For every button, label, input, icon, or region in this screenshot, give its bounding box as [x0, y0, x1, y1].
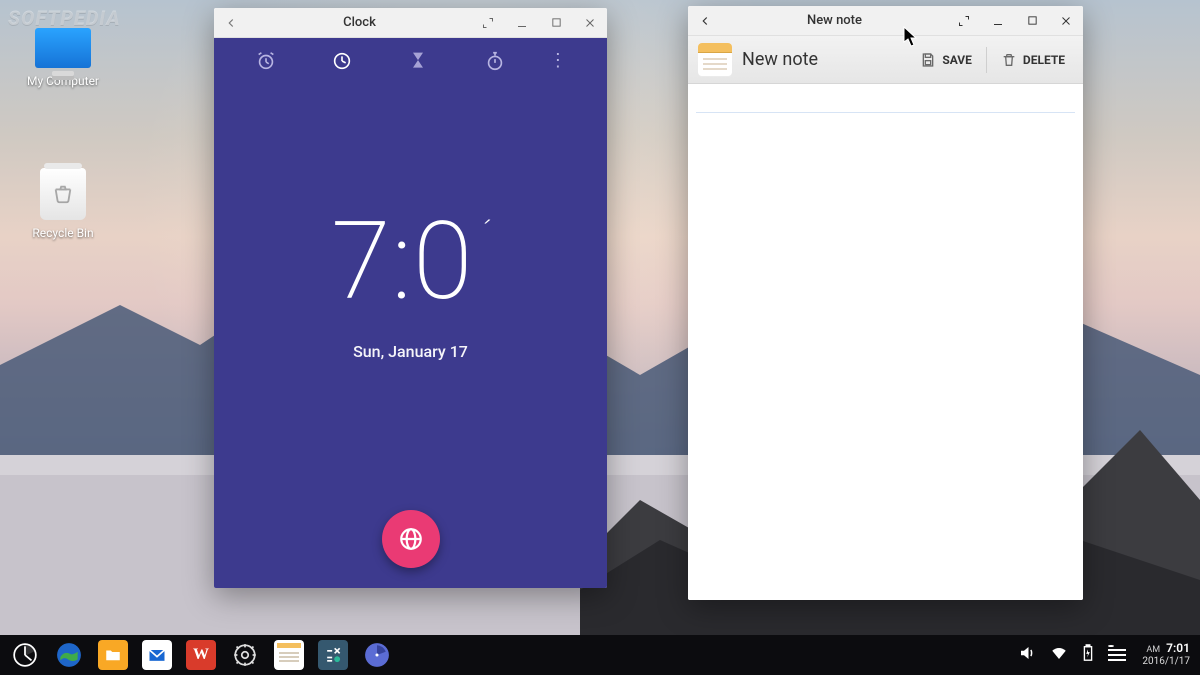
note-icon — [698, 43, 732, 77]
note-window-title: New note — [722, 13, 947, 28]
separator — [986, 47, 987, 73]
clock-time-display: 7:0´ — [331, 208, 490, 316]
save-icon — [920, 52, 936, 68]
trash-icon — [1001, 52, 1017, 68]
maximize-button[interactable] — [539, 8, 573, 38]
tray-date: 2016/1/17 — [1142, 656, 1190, 668]
note-window[interactable]: New note New note — [688, 6, 1083, 600]
calculator-icon[interactable] — [318, 640, 348, 670]
minimize-button[interactable] — [505, 8, 539, 38]
note-titlebar[interactable]: New note — [688, 6, 1083, 36]
system-tray: AM 7:01 2016/1/17 — [1018, 642, 1190, 667]
clock-icon — [331, 50, 353, 72]
fullscreen-button[interactable] — [947, 6, 981, 36]
back-button[interactable] — [688, 6, 722, 36]
settings-icon[interactable] — [230, 640, 260, 670]
taskbar-apps: W — [10, 640, 392, 670]
close-button[interactable] — [1049, 6, 1083, 36]
mail-icon[interactable] — [142, 640, 172, 670]
note-editor[interactable] — [688, 112, 1083, 600]
note-toolbar: New note SAVE DELETE — [688, 36, 1083, 84]
clock-window-title: Clock — [248, 15, 471, 30]
stopwatch-icon — [484, 50, 506, 72]
tab-clock[interactable] — [320, 39, 364, 83]
clock-app-icon[interactable] — [362, 640, 392, 670]
clock-date-display: Sun, January 17 — [353, 342, 468, 361]
tray-time: 7:01 — [1166, 641, 1190, 655]
tab-alarm[interactable] — [244, 39, 288, 83]
recycle-bin-label: Recycle Bin — [18, 226, 108, 240]
browser-icon[interactable] — [54, 640, 84, 670]
taskbar[interactable]: W — [0, 635, 1200, 675]
delete-button[interactable]: DELETE — [993, 46, 1073, 74]
fullscreen-button[interactable] — [471, 8, 505, 38]
notifications-icon[interactable] — [1108, 649, 1126, 661]
back-button[interactable] — [214, 8, 248, 38]
notes-icon[interactable] — [274, 640, 304, 670]
clock-titlebar[interactable]: Clock — [214, 8, 607, 38]
close-button[interactable] — [573, 8, 607, 38]
office-icon[interactable]: W — [186, 640, 216, 670]
clock-window[interactable]: Clock — [214, 8, 607, 588]
tab-timer[interactable] — [396, 39, 440, 83]
save-label: SAVE — [942, 53, 972, 67]
tray-ampm: AM — [1146, 645, 1160, 655]
my-computer-icon[interactable]: My Computer — [18, 28, 108, 88]
tray-clock[interactable]: AM 7:01 2016/1/17 — [1142, 642, 1190, 667]
recycle-bin-icon[interactable]: Recycle Bin — [18, 168, 108, 240]
note-title: New note — [742, 49, 902, 70]
watermark: SOFTPEDIA — [8, 6, 121, 30]
tab-stopwatch[interactable] — [473, 39, 517, 83]
world-clock-fab[interactable] — [382, 510, 440, 568]
globe-icon — [398, 526, 424, 552]
desktop[interactable]: SOFTPEDIA My Computer Recycle Bin — [0, 0, 1200, 675]
minimize-button[interactable] — [981, 6, 1015, 36]
battery-icon[interactable] — [1082, 644, 1094, 665]
save-button[interactable]: SAVE — [912, 46, 980, 74]
launcher-icon[interactable] — [10, 640, 40, 670]
delete-label: DELETE — [1023, 53, 1065, 67]
note-rule-line — [696, 112, 1075, 113]
maximize-button[interactable] — [1015, 6, 1049, 36]
my-computer-label: My Computer — [18, 74, 108, 88]
alarm-icon — [255, 50, 277, 72]
wifi-icon[interactable] — [1050, 644, 1068, 665]
clock-tabs: ⋮ — [214, 38, 607, 84]
files-icon[interactable] — [98, 640, 128, 670]
hourglass-icon — [408, 51, 428, 71]
volume-icon[interactable] — [1018, 644, 1036, 665]
